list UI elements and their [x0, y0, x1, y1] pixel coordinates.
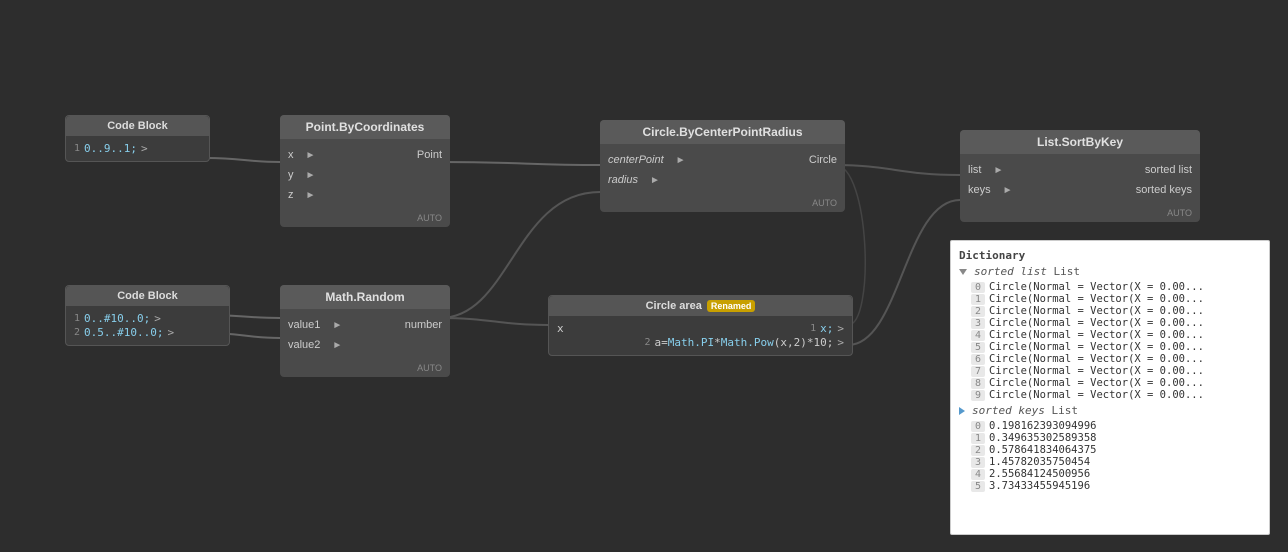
point-by-coordinates-header: Point.ByCoordinates	[280, 115, 450, 139]
code-block-2-body: 1 0..#10..0; > 2 0.5..#10..0; >	[66, 306, 229, 345]
sorted-list-item-2: 2 Circle(Normal = Vector(X = 0.00...	[959, 305, 1261, 317]
code-block-2-header: Code Block	[66, 286, 229, 306]
math-random-node: Math.Random value1 ► number value2 ► AUT…	[280, 285, 450, 377]
circle-area-header: Circle area Renamed	[549, 296, 852, 316]
output-panel: Dictionary sorted list List 0 Circle(Nor…	[950, 240, 1270, 535]
port-value2-label: value2	[280, 339, 328, 351]
sorted-list-item-7: 7 Circle(Normal = Vector(X = 0.00...	[959, 365, 1261, 377]
port-value1-label: value1	[280, 319, 328, 331]
circle-by-center-point-radius-footer: AUTO	[600, 196, 845, 212]
sorted-list-item-9: 9 Circle(Normal = Vector(X = 0.00...	[959, 389, 1261, 401]
code-line-text: 0..9..1;	[84, 142, 137, 155]
sorted-keys-item-3: 3 1.45782035750454	[959, 456, 1261, 468]
output-panel-title: Dictionary	[959, 249, 1261, 262]
port-sorted-list-label: sorted list	[1137, 164, 1200, 176]
circle-by-center-point-radius-header: Circle.ByCenterPointRadius	[600, 120, 845, 144]
code-block-1-body: 1 0..9..1; >	[66, 136, 209, 161]
sorted-keys-section: sorted keys List 0 0.198162393094996 1 0…	[959, 404, 1261, 492]
sorted-list-item-3: 3 Circle(Normal = Vector(X = 0.00...	[959, 317, 1261, 329]
circle-by-center-point-radius-body: centerPoint ► Circle radius ►	[600, 144, 845, 196]
sorted-keys-item-4: 4 2.55684124500956	[959, 468, 1261, 480]
code-block-1-header: Code Block	[66, 116, 209, 136]
math-random-body: value1 ► number value2 ►	[280, 309, 450, 361]
port-radius-label: radius	[600, 174, 646, 186]
sorted-list-label: sorted list List	[970, 265, 1080, 278]
sorted-keys-item-2: 2 0.578641834064375	[959, 444, 1261, 456]
math-random-header: Math.Random	[280, 285, 450, 309]
point-by-coordinates-node: Point.ByCoordinates x ► Point y ► z ► AU…	[280, 115, 450, 227]
sorted-list-item-6: 6 Circle(Normal = Vector(X = 0.00...	[959, 353, 1261, 365]
sorted-keys-item-1: 1 0.349635302589358	[959, 432, 1261, 444]
sorted-list-expand-icon	[959, 269, 967, 275]
port-number-label: number	[397, 319, 450, 331]
code-line-num: 1	[74, 143, 80, 154]
code-line-arrow: >	[141, 142, 148, 155]
list-sort-by-key-header: List.SortByKey	[960, 130, 1200, 154]
sorted-list-item-1: 1 Circle(Normal = Vector(X = 0.00...	[959, 293, 1261, 305]
sorted-list-item-8: 8 Circle(Normal = Vector(X = 0.00...	[959, 377, 1261, 389]
point-by-coordinates-footer: AUTO	[280, 211, 450, 227]
circle-area-body: x 1 x; > 2 a= Math.PI * Math.Pow (x,2)*1…	[549, 316, 852, 355]
sorted-list-section: sorted list List 0 Circle(Normal = Vecto…	[959, 265, 1261, 401]
port-keys-label: keys	[960, 184, 999, 196]
renamed-badge: Renamed	[707, 300, 756, 312]
port-x-label: x	[280, 149, 302, 161]
port-point-label: Point	[409, 149, 450, 161]
port-circle-label: Circle	[801, 154, 845, 166]
code-block-2-node: Code Block 1 0..#10..0; > 2 0.5..#10..0;…	[65, 285, 230, 346]
port-y-label: y	[280, 169, 302, 181]
code-block-1-node: Code Block 1 0..9..1; >	[65, 115, 210, 162]
sorted-keys-expand-icon	[959, 407, 965, 415]
circle-area-node: Circle area Renamed x 1 x; > 2 a= Math.P…	[548, 295, 853, 356]
point-by-coordinates-body: x ► Point y ► z ►	[280, 139, 450, 211]
circle-by-center-point-radius-node: Circle.ByCenterPointRadius centerPoint ►…	[600, 120, 845, 212]
sorted-list-item-5: 5 Circle(Normal = Vector(X = 0.00...	[959, 341, 1261, 353]
list-sort-by-key-body: list ► sorted list keys ► sorted keys	[960, 154, 1200, 206]
math-random-footer: AUTO	[280, 361, 450, 377]
list-sort-by-key-footer: AUTO	[960, 206, 1200, 222]
sorted-keys-label: sorted keys List	[968, 404, 1078, 417]
sorted-keys-item-0: 0 0.198162393094996	[959, 420, 1261, 432]
port-z-label: z	[280, 189, 302, 201]
sorted-list-item-4: 4 Circle(Normal = Vector(X = 0.00...	[959, 329, 1261, 341]
port-list-label: list	[960, 164, 989, 176]
port-centerpoint-label: centerPoint	[600, 154, 672, 166]
list-sort-by-key-node: List.SortByKey list ► sorted list keys ►…	[960, 130, 1200, 222]
circle-area-title: Circle area	[646, 300, 702, 312]
sorted-list-item-0: 0 Circle(Normal = Vector(X = 0.00...	[959, 281, 1261, 293]
sorted-keys-item-5: 5 3.73433455945196	[959, 480, 1261, 492]
port-sorted-keys-label: sorted keys	[1128, 184, 1200, 196]
canvas: Code Block 1 0..9..1; > Code Block 1 0..…	[0, 0, 1288, 552]
